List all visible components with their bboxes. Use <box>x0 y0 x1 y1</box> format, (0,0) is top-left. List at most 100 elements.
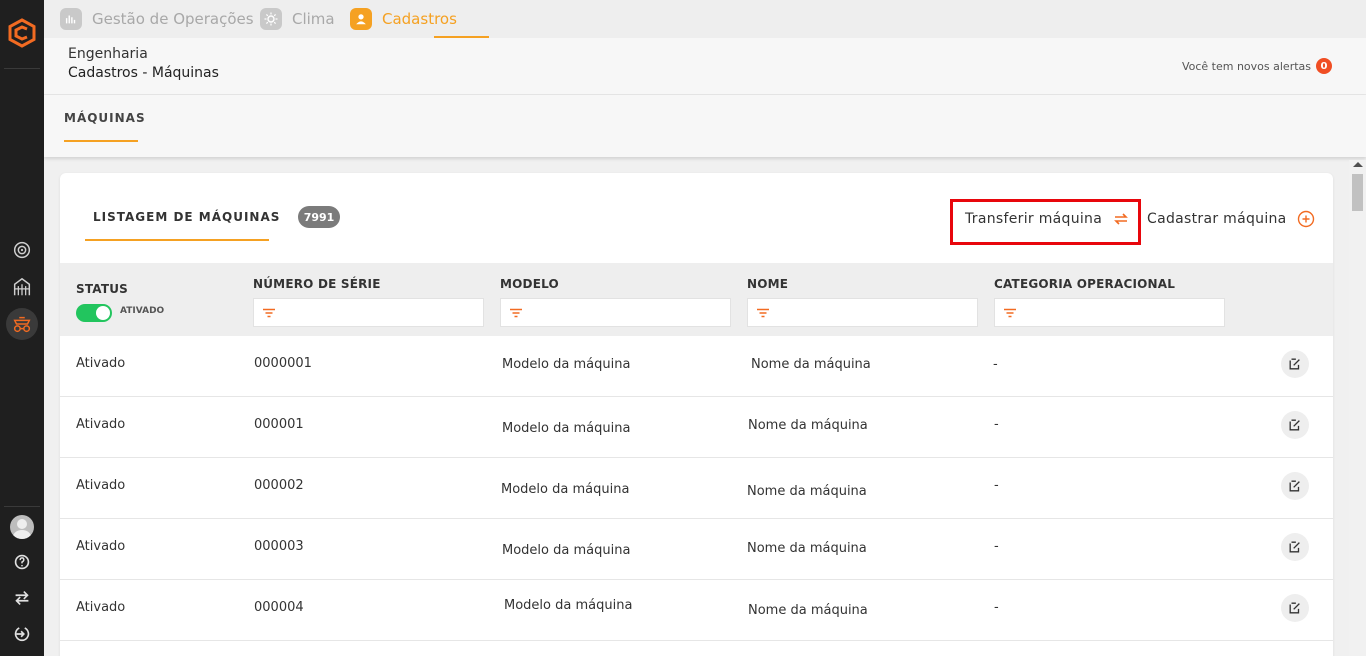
cell-serial: 000002 <box>254 478 304 493</box>
avatar[interactable] <box>10 515 34 539</box>
transfer-machine-label: Transferir máquina <box>965 211 1103 227</box>
cell-category: - <box>993 357 998 372</box>
logout-icon <box>14 627 30 642</box>
alerts-label: Você tem novos alertas <box>1181 59 1311 73</box>
user-icon <box>350 8 372 30</box>
header-model: MODELO <box>500 277 559 291</box>
cell-name: Nome da máquina <box>748 603 868 618</box>
top-navigation: Gestão de Operações Clima Cadastros <box>44 0 1366 38</box>
category-filter-field <box>994 298 1225 327</box>
add-circle-icon <box>1297 210 1314 228</box>
transfer-machine-button[interactable]: Transferir máquina <box>965 209 1131 229</box>
sidebar-item-switch[interactable] <box>6 582 38 614</box>
transfer-arrows-icon <box>1114 213 1129 225</box>
cell-serial: 000004 <box>254 600 304 615</box>
model-filter-field <box>500 298 731 327</box>
status-toggle-label: ATIVADO <box>120 306 165 316</box>
section-tabs: MÁQUINAS <box>44 95 1366 157</box>
filter-icon <box>263 308 275 317</box>
edit-button[interactable] <box>1281 533 1309 561</box>
tab-label: Cadastros <box>382 10 457 28</box>
page-header: Engenharia Cadastros - Máquinas Você tem… <box>44 38 1366 95</box>
help-icon <box>14 554 30 570</box>
alerts-notice[interactable]: Você tem novos alertas 0 <box>1182 58 1332 74</box>
name-filter-field <box>747 298 978 327</box>
tab-cadastros[interactable]: Cadastros <box>350 5 457 33</box>
table-row: Ativado 000004 Modelo da máquina Nome da… <box>60 580 1333 641</box>
table-row: Ativado 000001 Modelo da máquina Nome da… <box>60 397 1333 458</box>
tab-clima[interactable]: Clima <box>260 5 335 33</box>
edit-icon <box>1289 358 1300 370</box>
scroll-up-arrow-icon[interactable] <box>1353 162 1363 167</box>
cell-serial: 000001 <box>254 417 304 432</box>
header-name: NOME <box>747 277 789 291</box>
cell-status: Ativado <box>76 478 126 493</box>
sidebar <box>0 0 44 656</box>
cell-category: - <box>994 600 999 615</box>
cell-status: Ativado <box>76 417 126 432</box>
filter-icon <box>1004 308 1016 317</box>
edit-icon <box>1289 419 1300 431</box>
register-machine-label: Cadastrar máquina <box>1147 211 1287 227</box>
serial-filter-input[interactable] <box>282 299 483 326</box>
active-tab-indicator <box>64 140 138 142</box>
sidebar-item-logout[interactable] <box>6 618 38 650</box>
tab-maquinas[interactable]: MÁQUINAS <box>64 111 146 125</box>
edit-button[interactable] <box>1281 411 1309 439</box>
swap-arrows-icon <box>15 590 29 606</box>
header-serial: NÚMERO DE SÉRIE <box>253 277 381 291</box>
edit-button[interactable] <box>1281 350 1309 378</box>
sidebar-divider <box>4 506 40 507</box>
table-row: Ativado 000003 Modelo da máquina Nome da… <box>60 519 1333 580</box>
register-machine-button[interactable]: Cadastrar máquina <box>1147 209 1316 229</box>
edit-icon <box>1289 602 1300 614</box>
tab-label: Clima <box>292 10 335 28</box>
silo-icon <box>13 277 31 296</box>
edit-button[interactable] <box>1281 472 1309 500</box>
table-row: Ativado 000002 Modelo da máquina Nome da… <box>60 458 1333 519</box>
machines-count-badge: 7991 <box>298 206 340 228</box>
sidebar-item-monitor[interactable] <box>6 234 38 266</box>
chart-hand-icon <box>60 8 82 30</box>
category-filter-input[interactable] <box>1023 299 1224 326</box>
sidebar-item-machines[interactable] <box>6 308 38 340</box>
page-scrollbar[interactable] <box>1349 160 1366 656</box>
table-row: Ativado 0000001 Modelo da máquina Nome d… <box>60 336 1333 397</box>
status-toggle[interactable] <box>76 304 112 322</box>
sidebar-item-silo[interactable] <box>6 271 38 303</box>
edit-button[interactable] <box>1281 594 1309 622</box>
machines-card: LISTAGEM DE MÁQUINAS 7991 Transferir máq… <box>60 173 1333 656</box>
tractor-icon <box>13 316 31 333</box>
header-category: CATEGORIA OPERACIONAL <box>994 277 1176 291</box>
table-header: STATUS ATIVADO NÚMERO DE SÉRIE MODELO NO… <box>60 263 1333 336</box>
target-gear-icon <box>13 241 31 259</box>
model-filter-input[interactable] <box>529 299 730 326</box>
cell-category: - <box>994 417 999 432</box>
scrollbar-thumb[interactable] <box>1352 174 1363 211</box>
cell-status: Ativado <box>76 356 126 371</box>
cell-name: Nome da máquina <box>747 541 867 556</box>
cell-status: Ativado <box>76 539 126 554</box>
filter-icon <box>510 308 522 317</box>
cell-name: Nome da máquina <box>747 484 867 499</box>
tab-listagem-maquinas[interactable]: LISTAGEM DE MÁQUINAS <box>93 210 280 224</box>
sun-icon <box>260 8 282 30</box>
cell-name: Nome da máquina <box>751 357 871 372</box>
brand-logo[interactable] <box>7 18 37 48</box>
cell-status: Ativado <box>76 600 126 615</box>
serial-filter-field <box>253 298 484 327</box>
breadcrumb: Engenharia <box>68 46 148 62</box>
cell-category: - <box>994 539 999 554</box>
tab-label: Gestão de Operações <box>92 10 254 28</box>
alerts-count-badge: 0 <box>1316 58 1332 74</box>
cell-model: Modelo da máquina <box>502 357 631 372</box>
active-tab-indicator <box>85 239 269 241</box>
tab-gestao-operacoes[interactable]: Gestão de Operações <box>60 5 254 33</box>
sidebar-divider <box>4 68 40 69</box>
name-filter-input[interactable] <box>776 299 977 326</box>
header-status: STATUS <box>76 282 129 296</box>
cell-serial: 000003 <box>254 539 304 554</box>
sidebar-item-help[interactable] <box>6 546 38 578</box>
cell-model: Modelo da máquina <box>501 482 630 497</box>
cell-model: Modelo da máquina <box>504 598 633 613</box>
